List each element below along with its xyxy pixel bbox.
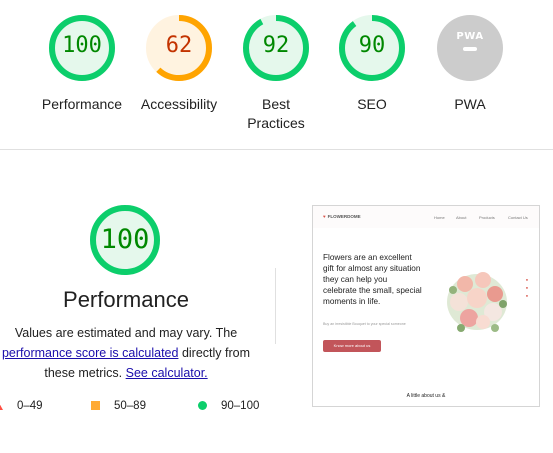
thumb-logo: ♥ FLOWERDOME xyxy=(323,214,361,219)
score-label: SEO xyxy=(357,96,387,112)
section-divider xyxy=(0,149,553,150)
performance-description: Values are estimated and may vary. The p… xyxy=(0,323,252,383)
vertical-divider xyxy=(275,268,276,344)
score-value: 100 xyxy=(62,33,102,58)
thumb-cta-button: Know more about us xyxy=(323,340,381,352)
triangle-icon xyxy=(0,401,3,411)
score-value: 90 xyxy=(358,33,386,58)
pwa-badge-text: PWA xyxy=(456,31,484,42)
legend-range: 50–89 xyxy=(114,400,146,412)
performance-title: Performance xyxy=(63,287,189,312)
legend-item-pass: 90–100 xyxy=(198,400,259,412)
thumb-nav-item: Home xyxy=(434,215,445,220)
legend-item-fail: 0–49 xyxy=(0,400,43,412)
final-screenshot-thumbnail[interactable]: ♥ FLOWERDOME Home About Products Contact … xyxy=(312,205,540,407)
thumb-subtext: Buy an irresistible Bouquet to your spec… xyxy=(323,322,406,326)
flower-bouquet-image xyxy=(447,272,507,332)
thumb-nav-item: About xyxy=(456,215,467,220)
thumb-nav-item: Products xyxy=(479,215,495,220)
score-gauge-accessibility[interactable]: 62 Accessibility xyxy=(129,14,229,114)
social-icon: ● xyxy=(525,293,529,298)
pwa-badge-bar xyxy=(463,47,477,51)
performance-score-link[interactable]: performance score is calculated xyxy=(2,346,178,360)
score-label: Performance xyxy=(41,96,123,112)
social-icon: ● xyxy=(525,277,529,282)
score-value: 62 xyxy=(165,33,193,58)
score-label: PWA xyxy=(454,96,486,112)
see-calculator-link[interactable]: See calculator. xyxy=(126,366,208,380)
score-gauge-seo[interactable]: 90 SEO xyxy=(322,14,422,114)
thumb-headline: Flowers are an excellent gift for almost… xyxy=(323,253,422,306)
score-value: 92 xyxy=(262,33,290,58)
legend-range: 0–49 xyxy=(17,400,43,412)
thumb-logo-text: FLOWERDOME xyxy=(327,214,361,219)
legend-range: 90–100 xyxy=(221,400,260,412)
pwa-badge: PWA xyxy=(455,32,485,51)
performance-big-gauge: 100 xyxy=(89,204,161,276)
thumb-social-icons: ● ● ● xyxy=(524,276,530,300)
desc-text: Values are estimated and may vary. The xyxy=(14,326,238,340)
score-gauge-pwa[interactable]: PWA PWA xyxy=(420,14,520,114)
legend-item-average: 50–89 xyxy=(91,400,146,412)
thumb-navbar: ♥ FLOWERDOME Home About Products Contact … xyxy=(313,206,539,228)
circle-icon xyxy=(198,401,207,411)
score-gauge-performance[interactable]: 100 Performance xyxy=(32,14,132,114)
score-label: Best Practices xyxy=(247,96,305,131)
performance-score-value: 100 xyxy=(100,224,150,255)
thumb-nav-item: Contact Us xyxy=(508,215,528,220)
thumb-about-heading: A little about us & xyxy=(406,393,446,399)
heart-icon: ♥ xyxy=(323,214,326,219)
score-gauge-best-practices[interactable]: 92 Best Practices xyxy=(226,14,326,133)
score-label: Accessibility xyxy=(140,96,218,112)
social-icon: ● xyxy=(525,285,529,290)
square-icon xyxy=(91,401,100,411)
